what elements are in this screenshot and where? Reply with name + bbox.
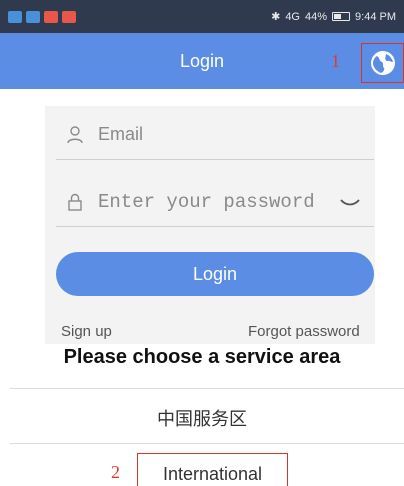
email-field[interactable]: Email bbox=[56, 110, 374, 160]
annotation-marker-2: 2 bbox=[111, 462, 120, 482]
battery-icon bbox=[332, 12, 351, 21]
login-button[interactable]: Login bbox=[56, 252, 374, 296]
mail-icon bbox=[26, 10, 40, 23]
notification-icons bbox=[8, 10, 76, 23]
show-password-icon[interactable] bbox=[340, 195, 360, 213]
battery-percent: 44% bbox=[305, 10, 328, 23]
lock-icon bbox=[62, 193, 88, 211]
divider bbox=[10, 443, 404, 444]
signup-link[interactable]: Sign up bbox=[61, 323, 112, 340]
app-notification-icon bbox=[62, 10, 76, 23]
password-field[interactable]: Enter your password bbox=[56, 177, 374, 227]
globe-icon bbox=[370, 51, 395, 75]
page-title: Login bbox=[179, 51, 225, 71]
email-placeholder: Email bbox=[98, 124, 144, 144]
clock: 9:44 PM bbox=[355, 10, 396, 23]
system-status: ✱ 4G 44% 9:44 PM bbox=[271, 10, 396, 24]
forgot-password-link[interactable]: Forgot password bbox=[248, 323, 360, 340]
bluetooth-icon: ✱ bbox=[271, 11, 281, 23]
international-service-area-option[interactable]: International bbox=[137, 464, 288, 485]
service-area-heading: Please choose a service area bbox=[63, 346, 341, 368]
language-region-button[interactable] bbox=[361, 43, 404, 83]
signal-icon: 4G bbox=[285, 10, 300, 23]
app-notification-icon bbox=[44, 10, 58, 23]
notification-icon bbox=[8, 10, 22, 23]
user-icon bbox=[62, 125, 88, 144]
annotation-marker-1: 1 bbox=[331, 51, 340, 71]
app-bar: Login bbox=[0, 33, 404, 89]
password-placeholder: Enter your password bbox=[98, 190, 315, 213]
status-bar: ✱ 4G 44% 9:44 PM bbox=[0, 0, 404, 33]
divider bbox=[10, 388, 404, 389]
china-service-area-option[interactable]: 中国服务区 bbox=[0, 405, 404, 431]
